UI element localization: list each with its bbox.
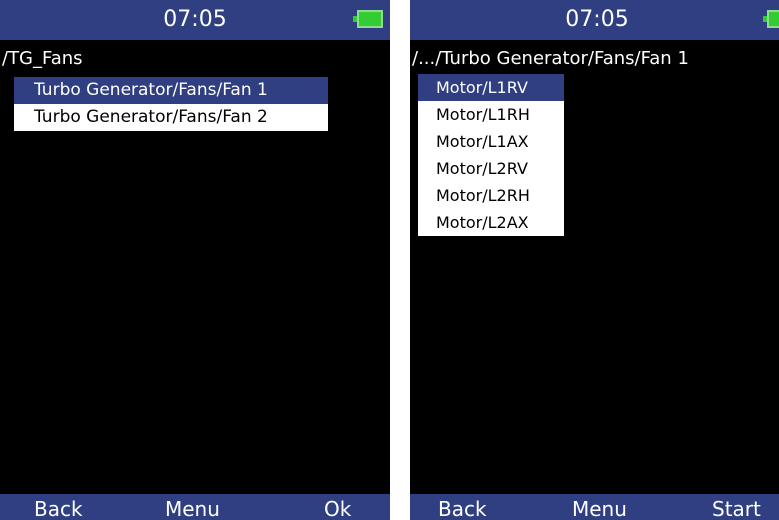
ok-softkey[interactable]: Ok [324,494,351,520]
back-softkey[interactable]: Back [34,494,83,520]
list-item-fan-2[interactable]: Turbo Generator/Fans/Fan 2 [14,104,328,131]
path-breadcrumb: /TG_Fans [2,48,83,69]
device-screen-right: 07:05 /.../Turbo Generator/Fans/Fan 1 Mo… [410,0,779,520]
menu-softkey[interactable]: Menu [572,494,627,520]
list-item-motor-l2rv[interactable]: Motor/L2RV [418,155,564,182]
status-bar: 07:05 [410,0,779,40]
status-bar: 07:05 [0,0,390,40]
list-item-motor-l1ax[interactable]: Motor/L1AX [418,128,564,155]
menu-list: Turbo Generator/Fans/Fan 1 Turbo Generat… [14,77,328,131]
list-item-motor-l1rv[interactable]: Motor/L1RV [418,74,564,101]
screen-divider [390,0,410,520]
battery-nub [763,16,767,22]
soft-key-bar: Back Menu Ok [0,494,390,520]
clock: 07:05 [163,7,227,32]
battery-nub [353,16,357,22]
battery-full-icon [763,10,779,28]
battery-full-icon [353,10,383,28]
clock: 07:05 [565,7,629,32]
list-item-motor-l2rh[interactable]: Motor/L2RH [418,182,564,209]
back-softkey[interactable]: Back [438,494,487,520]
soft-key-bar: Back Menu Start [410,494,779,520]
list-item-motor-l1rh[interactable]: Motor/L1RH [418,101,564,128]
menu-softkey[interactable]: Menu [165,494,220,520]
device-screen-left: 07:05 /TG_Fans Turbo Generator/Fans/Fan … [0,0,390,520]
start-softkey[interactable]: Start [712,494,761,520]
menu-list: Motor/L1RV Motor/L1RH Motor/L1AX Motor/L… [418,74,564,236]
path-breadcrumb: /.../Turbo Generator/Fans/Fan 1 [412,48,689,69]
list-item-motor-l2ax[interactable]: Motor/L2AX [418,209,564,236]
list-item-fan-1[interactable]: Turbo Generator/Fans/Fan 1 [14,77,328,104]
